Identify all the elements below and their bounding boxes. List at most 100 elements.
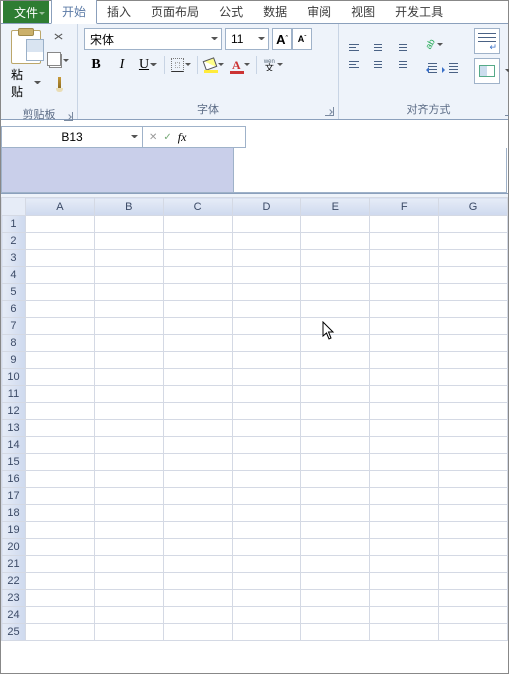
cancel-icon[interactable]: ✕ xyxy=(149,132,157,143)
tab-home[interactable]: 开始 xyxy=(51,0,97,24)
cell[interactable] xyxy=(370,539,439,556)
cell[interactable] xyxy=(94,573,163,590)
row-header[interactable]: 8 xyxy=(2,335,26,352)
column-header[interactable]: E xyxy=(301,198,370,216)
cell[interactable] xyxy=(439,539,508,556)
row-header[interactable]: 5 xyxy=(2,284,26,301)
cell[interactable] xyxy=(301,454,370,471)
cell[interactable] xyxy=(163,250,232,267)
fill-color-button[interactable] xyxy=(203,55,225,75)
font-color-button[interactable]: A xyxy=(229,55,251,75)
cell[interactable] xyxy=(94,335,163,352)
cell[interactable] xyxy=(25,624,94,641)
cell[interactable] xyxy=(232,403,301,420)
cell[interactable] xyxy=(301,318,370,335)
wrap-text-button[interactable] xyxy=(474,28,500,54)
cell[interactable] xyxy=(301,386,370,403)
cell[interactable] xyxy=(25,318,94,335)
cell[interactable] xyxy=(439,505,508,522)
column-header[interactable]: F xyxy=(370,198,439,216)
cell[interactable] xyxy=(232,556,301,573)
row-header[interactable]: 2 xyxy=(2,233,26,250)
tab-review[interactable]: 审阅 xyxy=(297,0,341,23)
cell[interactable] xyxy=(94,539,163,556)
column-header[interactable]: A xyxy=(25,198,94,216)
grow-font-button[interactable]: Aˆ xyxy=(272,28,292,50)
cell[interactable] xyxy=(94,505,163,522)
cell[interactable] xyxy=(301,471,370,488)
cut-button[interactable] xyxy=(48,29,70,49)
cell[interactable] xyxy=(301,488,370,505)
underline-button[interactable]: U xyxy=(137,55,159,75)
cell[interactable] xyxy=(301,556,370,573)
cell[interactable] xyxy=(232,335,301,352)
cell[interactable] xyxy=(232,301,301,318)
cell[interactable] xyxy=(163,267,232,284)
phonetic-guide-button[interactable] xyxy=(262,55,284,75)
cell[interactable] xyxy=(94,216,163,233)
cell[interactable] xyxy=(163,573,232,590)
cell[interactable] xyxy=(94,403,163,420)
cell[interactable] xyxy=(370,216,439,233)
cell[interactable] xyxy=(163,505,232,522)
cell[interactable] xyxy=(370,403,439,420)
cell[interactable] xyxy=(439,454,508,471)
cell[interactable] xyxy=(232,471,301,488)
cell[interactable] xyxy=(25,539,94,556)
cell[interactable] xyxy=(370,573,439,590)
cell[interactable] xyxy=(94,284,163,301)
cell[interactable] xyxy=(25,590,94,607)
cell[interactable] xyxy=(370,437,439,454)
cell[interactable] xyxy=(301,522,370,539)
cell[interactable] xyxy=(370,522,439,539)
cell[interactable] xyxy=(94,386,163,403)
cell[interactable] xyxy=(94,590,163,607)
enter-icon[interactable]: ✓ xyxy=(163,132,171,143)
cell[interactable] xyxy=(232,267,301,284)
row-header[interactable]: 3 xyxy=(2,250,26,267)
group-label-alignment[interactable]: 对齐方式 xyxy=(345,99,509,119)
cell[interactable] xyxy=(163,386,232,403)
group-label-clipboard[interactable]: 剪贴板 xyxy=(7,104,71,124)
cell[interactable] xyxy=(94,267,163,284)
row-header[interactable]: 4 xyxy=(2,267,26,284)
row-header[interactable]: 14 xyxy=(2,437,26,454)
chevron-down-icon[interactable] xyxy=(505,69,509,73)
tab-data[interactable]: 数据 xyxy=(253,0,297,23)
decrease-indent-button[interactable] xyxy=(421,60,441,78)
row-header[interactable]: 7 xyxy=(2,318,26,335)
row-header[interactable]: 25 xyxy=(2,624,26,641)
cell[interactable] xyxy=(25,335,94,352)
row-header[interactable]: 22 xyxy=(2,573,26,590)
cell[interactable] xyxy=(370,250,439,267)
cell[interactable] xyxy=(232,522,301,539)
fx-icon[interactable]: fx xyxy=(178,130,187,145)
select-all-corner[interactable] xyxy=(2,198,26,216)
row-header[interactable]: 17 xyxy=(2,488,26,505)
cell[interactable] xyxy=(439,352,508,369)
cell[interactable] xyxy=(163,471,232,488)
cell[interactable] xyxy=(25,233,94,250)
cell[interactable] xyxy=(232,590,301,607)
tab-view[interactable]: 视图 xyxy=(341,0,385,23)
cell[interactable] xyxy=(232,624,301,641)
cell[interactable] xyxy=(301,539,370,556)
cell[interactable] xyxy=(232,420,301,437)
cell[interactable] xyxy=(301,284,370,301)
cell[interactable] xyxy=(25,301,94,318)
tab-insert[interactable]: 插入 xyxy=(97,0,141,23)
cell[interactable] xyxy=(232,437,301,454)
cell[interactable] xyxy=(370,369,439,386)
cell[interactable] xyxy=(232,539,301,556)
formula-edit-area[interactable] xyxy=(1,148,507,193)
cell[interactable] xyxy=(439,607,508,624)
cell[interactable] xyxy=(25,573,94,590)
cell[interactable] xyxy=(163,335,232,352)
cell[interactable] xyxy=(163,556,232,573)
cell[interactable] xyxy=(163,216,232,233)
cell[interactable] xyxy=(439,301,508,318)
format-painter-button[interactable] xyxy=(48,73,70,93)
cell[interactable] xyxy=(301,216,370,233)
column-header[interactable]: C xyxy=(163,198,232,216)
cell[interactable] xyxy=(370,488,439,505)
